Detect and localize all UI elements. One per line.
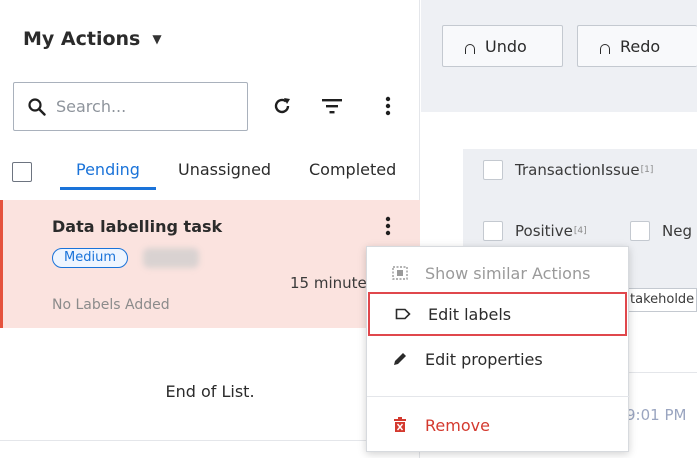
- menu-item-label: Remove: [425, 415, 490, 435]
- card-title: Data labelling task: [52, 217, 223, 236]
- redacted-text: [143, 248, 199, 268]
- redo-label: Redo: [620, 36, 661, 56]
- label-icon: [394, 305, 412, 323]
- menu-item-edit-labels[interactable]: Edit labels: [368, 292, 627, 336]
- label-option[interactable]: Positive [4]: [483, 221, 587, 241]
- status-tabs: Pending Unassigned Completed: [60, 150, 403, 190]
- label-option[interactable]: TransactionIssue [1]: [483, 160, 653, 180]
- context-menu: Show similar Actions Edit labels Edit pr…: [366, 246, 630, 452]
- similar-icon: [391, 264, 409, 282]
- select-all-checkbox[interactable]: [12, 162, 32, 182]
- label-checkbox[interactable]: [630, 221, 650, 241]
- tab-pending[interactable]: Pending: [60, 150, 156, 190]
- redo-icon: [600, 44, 610, 54]
- menu-item-edit-properties[interactable]: Edit properties: [367, 337, 630, 381]
- card-more-button[interactable]: [378, 214, 398, 238]
- label-option[interactable]: Neg: [630, 221, 692, 241]
- menu-item-label: Show similar Actions: [425, 263, 591, 283]
- refresh-icon: [274, 98, 290, 114]
- filter-button[interactable]: [318, 92, 346, 120]
- menu-item-show-similar[interactable]: Show similar Actions: [367, 251, 630, 295]
- label-checkbox[interactable]: [483, 160, 503, 180]
- redo-button[interactable]: Redo: [577, 25, 697, 67]
- undo-icon: [465, 44, 475, 54]
- end-of-list: End of List.: [165, 382, 255, 401]
- menu-item-label: Edit properties: [425, 349, 543, 369]
- label-name: TransactionIssue: [515, 161, 640, 179]
- action-card[interactable]: Data labelling task Medium 15 minutes ag…: [0, 200, 420, 328]
- label-name: Neg: [662, 222, 692, 240]
- my-actions-dropdown[interactable]: My Actions ▼: [23, 28, 162, 50]
- tab-completed[interactable]: Completed: [283, 150, 403, 190]
- menu-item-remove[interactable]: Remove: [367, 403, 630, 447]
- stakeholder-field[interactable]: takeholde: [625, 288, 697, 312]
- search-icon: [28, 97, 46, 116]
- message-timestamp: 9:01 PM: [626, 406, 687, 424]
- divider: [0, 440, 420, 441]
- search-input[interactable]: [56, 97, 226, 116]
- kebab-menu-icon: [385, 96, 391, 116]
- label-count: [1]: [640, 165, 654, 175]
- label-checkbox[interactable]: [483, 221, 503, 241]
- pencil-icon: [391, 350, 409, 368]
- undo-label: Undo: [485, 36, 527, 56]
- caret-down-icon: ▼: [152, 32, 162, 46]
- label-count: [4]: [573, 226, 587, 236]
- filter-icon: [322, 99, 342, 114]
- menu-item-label: Edit labels: [428, 304, 512, 324]
- actions-panel: My Actions ▼ Pending Unassigned: [0, 0, 420, 458]
- more-options-button[interactable]: [374, 92, 402, 120]
- refresh-button[interactable]: [268, 92, 296, 120]
- label-name: Positive: [515, 222, 573, 240]
- panel-title: My Actions: [23, 28, 141, 50]
- menu-divider: [367, 396, 630, 397]
- search-box[interactable]: [13, 82, 248, 131]
- priority-badge: Medium: [52, 248, 128, 268]
- trash-icon: [391, 416, 409, 434]
- undo-button[interactable]: Undo: [442, 25, 563, 67]
- kebab-menu-icon: [385, 216, 391, 236]
- tab-unassigned[interactable]: Unassigned: [156, 150, 283, 190]
- labels-status: No Labels Added: [52, 297, 170, 313]
